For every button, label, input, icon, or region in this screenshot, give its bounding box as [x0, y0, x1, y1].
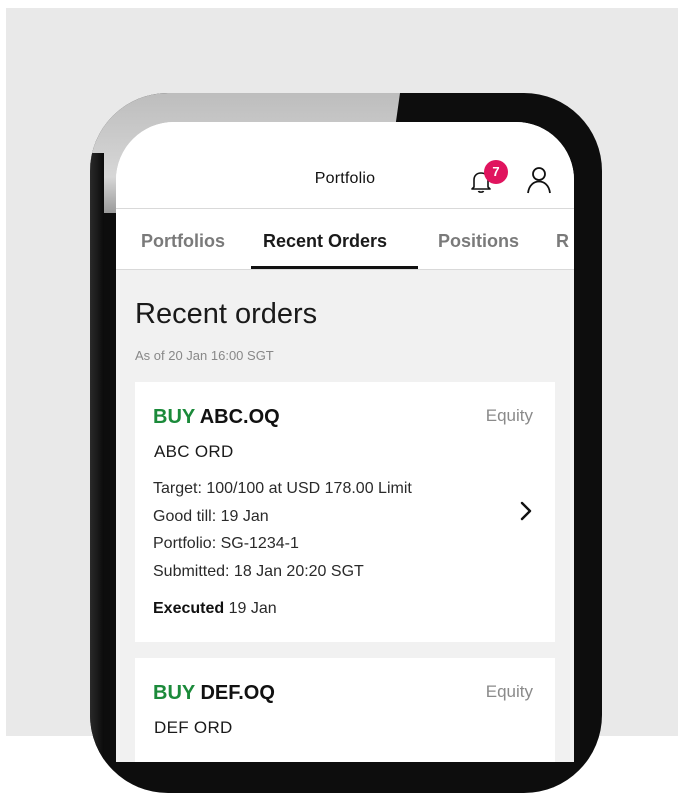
order-asset-type: Equity	[485, 682, 533, 701]
phone-screen: Portfolio 7 Portfolios Recent Orders Pos…	[116, 122, 574, 762]
notification-badge: 7	[484, 160, 508, 184]
as-of-timestamp: As of 20 Jan 16:00 SGT	[135, 348, 274, 363]
user-icon[interactable]	[526, 166, 552, 194]
top-bar: Portfolio 7	[116, 122, 574, 208]
tab-bar: Portfolios Recent Orders Positions R	[116, 208, 574, 270]
main-content: Recent orders As of 20 Jan 16:00 SGT BUY…	[116, 270, 574, 762]
tab-more[interactable]: R	[556, 231, 569, 252]
order-side: BUY	[153, 682, 195, 704]
order-card[interactable]: BUY DEF.OQ Equity DEF ORD	[135, 658, 555, 762]
order-instrument-name: DEF ORD	[154, 718, 233, 737]
active-tab-indicator	[251, 266, 418, 269]
phone-side	[90, 153, 104, 793]
section-heading: Recent orders	[135, 298, 318, 330]
order-asset-type: Equity	[485, 406, 533, 425]
order-symbol: ABC.OQ	[199, 406, 280, 428]
order-good-till: Good till: 19 Jan	[153, 508, 269, 525]
order-side: BUY	[153, 406, 195, 428]
order-submitted: Submitted: 18 Jan 20:20 SGT	[153, 563, 364, 580]
order-status: Executed 19 Jan	[153, 600, 277, 618]
order-title: BUY ABC.OQ	[153, 406, 280, 429]
order-target: Target: 100/100 at USD 178.00 Limit	[153, 480, 412, 497]
order-title: BUY DEF.OQ	[153, 682, 275, 705]
order-status-date: 19 Jan	[228, 600, 277, 617]
order-portfolio: Portfolio: SG-1234-1	[153, 535, 299, 552]
chevron-right-icon[interactable]	[519, 500, 533, 522]
order-status-label: Executed	[153, 600, 225, 617]
tab-recent-orders[interactable]: Recent Orders	[263, 231, 387, 252]
order-card[interactable]: BUY ABC.OQ Equity ABC ORD Target: 100/10…	[135, 382, 555, 642]
tab-portfolios[interactable]: Portfolios	[141, 231, 225, 252]
tab-positions[interactable]: Positions	[438, 231, 519, 252]
order-instrument-name: ABC ORD	[154, 442, 234, 461]
order-symbol: DEF.OQ	[200, 682, 275, 704]
